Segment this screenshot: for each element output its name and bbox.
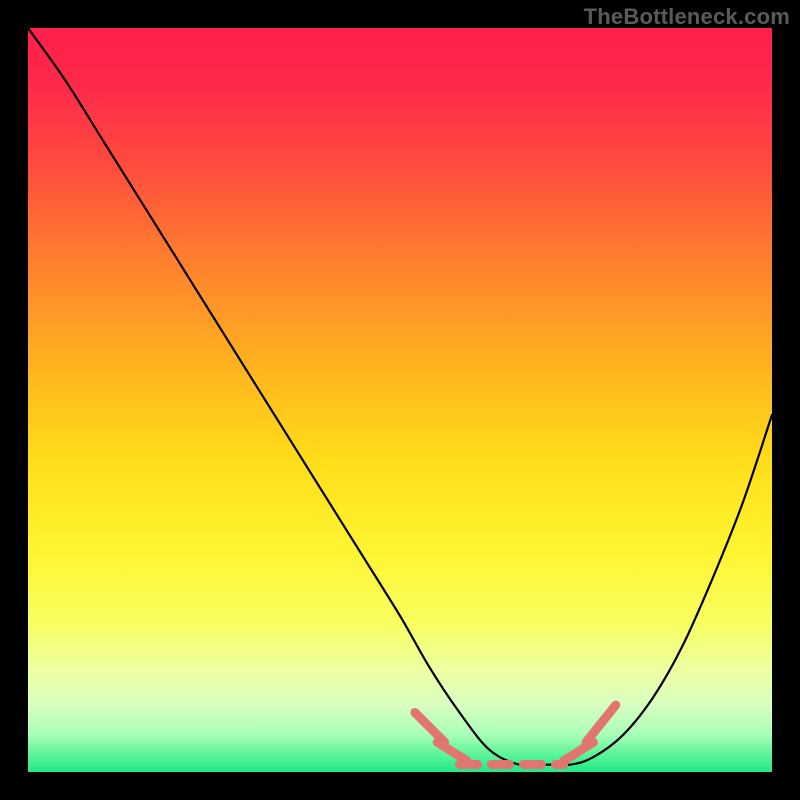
chart-frame: TheBottleneck.com: [0, 0, 800, 800]
plot-svg: [28, 28, 772, 772]
watermark-text: TheBottleneck.com: [584, 4, 790, 30]
plot-area: [28, 28, 772, 772]
gradient-background: [28, 28, 772, 772]
